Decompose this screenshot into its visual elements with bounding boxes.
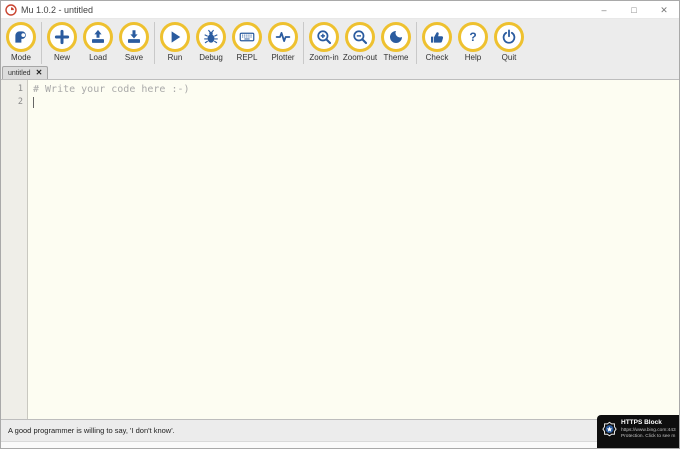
thumbs-up-icon — [431, 32, 444, 43]
load-button[interactable]: Load — [80, 22, 116, 64]
zoom-in-button[interactable]: Zoom-in — [306, 22, 342, 64]
download-icon — [128, 30, 140, 43]
keyboard-icon — [239, 32, 255, 42]
toolbar: Mode New Load Save Run Debug REPL Plotte… — [1, 19, 679, 65]
https-block-notification[interactable]: HTTPS Block https://www.bing.com:443 Pro… — [597, 415, 679, 448]
run-button[interactable]: Run — [157, 22, 193, 64]
notification-text: HTTPS Block https://www.bing.com:443 Pro… — [621, 419, 677, 446]
text-caret — [33, 97, 34, 108]
mode-icon — [15, 31, 26, 43]
question-icon: ? — [469, 30, 476, 44]
magnifier-minus-icon — [353, 30, 368, 45]
run-label: Run — [167, 53, 183, 62]
toolbar-group-file: New Load Save — [42, 22, 155, 64]
maximize-button[interactable]: □ — [619, 1, 649, 18]
toolbar-group-misc: Check ? Help Quit — [417, 22, 529, 64]
toolbar-group-view: Zoom-in Zoom-out Theme — [304, 22, 417, 64]
debug-label: Debug — [199, 53, 223, 62]
svg-text:?: ? — [469, 30, 476, 44]
debug-button[interactable]: Debug — [193, 22, 229, 64]
mode-label: Mode — [10, 53, 31, 62]
code-editor[interactable]: 1 2 # Write your code here :-) — [1, 79, 679, 419]
tab-untitled[interactable]: untitled ✕ — [2, 66, 49, 79]
zoom-in-label: Zoom-in — [309, 53, 339, 62]
zoom-out-button[interactable]: Zoom-out — [342, 22, 378, 64]
power-icon — [502, 29, 516, 44]
code-line: # Write your code here :-) — [33, 84, 190, 95]
bug-icon — [204, 29, 218, 44]
repl-button[interactable]: REPL — [229, 22, 265, 64]
check-button[interactable]: Check — [419, 22, 455, 64]
new-button[interactable]: New — [44, 22, 80, 64]
title-bar: Mu 1.0.2 - untitled – □ ✕ — [1, 1, 679, 19]
quit-label: Quit — [501, 53, 517, 62]
notification-url: https://www.bing.com:443 — [621, 427, 676, 433]
help-label: Help — [464, 53, 482, 62]
plotter-label: Plotter — [271, 53, 295, 62]
line-number: 2 — [17, 97, 23, 107]
line-number-gutter: 1 2 — [1, 80, 28, 419]
code-line — [33, 96, 679, 109]
zoom-out-label: Zoom-out — [342, 53, 378, 62]
load-label: Load — [89, 53, 107, 62]
mu-logo-icon — [5, 3, 17, 16]
tab-close-icon[interactable]: ✕ — [36, 69, 43, 77]
upload-icon — [92, 29, 104, 43]
line-number: 1 — [17, 84, 23, 94]
pulse-icon — [275, 31, 291, 43]
moon-icon — [390, 31, 402, 43]
magnifier-plus-icon — [317, 30, 332, 45]
save-button[interactable]: Save — [116, 22, 152, 64]
repl-label: REPL — [236, 53, 258, 62]
save-label: Save — [124, 53, 144, 62]
bottom-strip — [1, 441, 679, 448]
window-controls: – □ ✕ — [589, 1, 679, 18]
notification-title: HTTPS Block — [621, 419, 662, 426]
theme-label: Theme — [383, 53, 409, 62]
status-bar: A good programmer is willing to say, 'I … — [1, 419, 679, 441]
notification-detail: Protection. Click to see m — [621, 434, 676, 439]
toolbar-group-mode: Mode — [1, 22, 42, 64]
help-button[interactable]: ? Help — [455, 22, 491, 64]
mu-window: Mu 1.0.2 - untitled – □ ✕ Mode New Load … — [0, 0, 680, 449]
status-message: A good programmer is willing to say, 'I … — [8, 426, 175, 435]
badge-star-icon — [602, 421, 617, 437]
close-button[interactable]: ✕ — [649, 1, 679, 18]
new-label: New — [53, 53, 70, 62]
plotter-button[interactable]: Plotter — [265, 22, 301, 64]
tab-bar: untitled ✕ — [1, 65, 679, 79]
check-label: Check — [425, 53, 449, 62]
mode-button[interactable]: Mode — [3, 22, 39, 64]
plus-icon — [54, 29, 70, 45]
code-area[interactable]: # Write your code here :-) — [28, 80, 679, 419]
quit-button[interactable]: Quit — [491, 22, 527, 64]
tab-label: untitled — [8, 69, 31, 77]
play-icon — [171, 31, 181, 43]
theme-button[interactable]: Theme — [378, 22, 414, 64]
minimize-button[interactable]: – — [589, 1, 619, 18]
toolbar-group-run: Run Debug REPL Plotter — [155, 22, 304, 64]
window-title: Mu 1.0.2 - untitled — [21, 4, 94, 15]
